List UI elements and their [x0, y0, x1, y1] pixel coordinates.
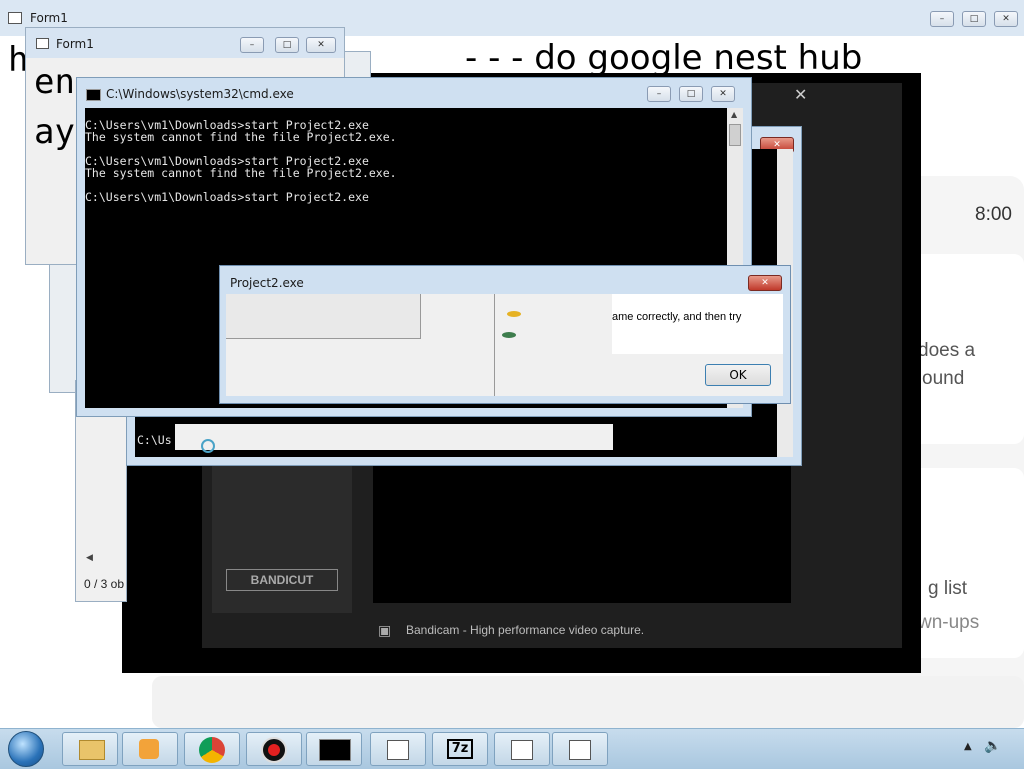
background-title: Form1	[30, 11, 68, 25]
side-text-3: g list	[928, 578, 968, 599]
ok-button[interactable]: OK	[705, 364, 771, 386]
close-button[interactable]: ✕	[711, 86, 735, 102]
cmd-title: C:\Windows\system32\cmd.exe	[106, 87, 294, 101]
maximize-button[interactable]: □	[962, 11, 986, 27]
dialog-title: Project2.exe	[230, 276, 304, 290]
cmd-back-prompt: C:\Us	[137, 433, 172, 447]
chat-icon: ▣	[378, 623, 392, 639]
dialog-body: ame correctly, and then try OK	[226, 294, 783, 396]
form1-text-line1: en	[34, 62, 75, 102]
error-dialog: Project2.exe ✕ ame correctly, and then t…	[219, 265, 791, 404]
maximize-button[interactable]: □	[275, 37, 299, 53]
form1-title: Form1	[56, 37, 94, 51]
headline-text: - - - do google nest hub	[465, 38, 863, 78]
folder-icon[interactable]	[552, 732, 608, 766]
maximize-button[interactable]: □	[679, 86, 703, 102]
start-orb-icon[interactable]	[8, 731, 44, 767]
form1-titlebar[interactable]: Form1 – □ ✕	[26, 28, 344, 58]
media-player-icon[interactable]	[122, 732, 178, 766]
cmd-icon	[86, 89, 101, 101]
message-area	[612, 294, 783, 354]
busy-cursor-icon	[201, 439, 215, 453]
dialog-divider	[494, 294, 495, 396]
close-button[interactable]: ✕	[306, 37, 336, 53]
bandicam-icon[interactable]	[246, 732, 302, 766]
bottom-panel	[152, 676, 1024, 728]
volume-icon[interactable]: 🔈	[984, 738, 1001, 754]
bandicut-label: BANDICUT	[250, 573, 314, 587]
time-label: 8:00	[975, 204, 1012, 225]
scroll-thumb[interactable]	[729, 124, 741, 146]
cmd-line: The system cannot find the file Project2…	[85, 166, 397, 180]
cmd-titlebar[interactable]: C:\Windows\system32\cmd.exe – □ ✕	[77, 78, 751, 108]
taskbar: 7z ▲ 🔈	[0, 728, 1024, 769]
scroll-left-icon[interactable]: ◀	[86, 553, 93, 563]
ok-label: OK	[729, 368, 747, 382]
cmd-back-strip	[175, 424, 613, 450]
show-hidden-icons[interactable]: ▲	[964, 741, 972, 752]
side-text-2: ound	[922, 368, 965, 389]
bandicam-status: Bandicam - High performance video captur…	[406, 623, 645, 637]
cmd-line: C:\Users\vm1\Downloads>start Project2.ex…	[85, 190, 369, 204]
cmd-line: The system cannot find the file Project2…	[85, 130, 397, 144]
preview-area	[373, 463, 791, 603]
form1-text-line2: ay	[34, 112, 75, 152]
cmd-icon[interactable]	[306, 732, 362, 766]
7zip-icon[interactable]: 7z	[432, 732, 488, 766]
chrome-icon[interactable]	[184, 732, 240, 766]
close-button[interactable]: ✕	[994, 11, 1018, 27]
form-icon	[36, 38, 49, 49]
dialog-message: ame correctly, and then try	[612, 311, 742, 323]
minimize-button[interactable]: –	[240, 37, 264, 53]
side-text-1: does a	[918, 340, 976, 361]
minimize-button[interactable]: –	[647, 86, 671, 102]
folder-icon[interactable]	[494, 732, 550, 766]
bandicut-logo[interactable]: BANDICUT	[226, 569, 338, 591]
status-dot-yellow	[507, 311, 521, 317]
dialog-left-panel	[226, 294, 421, 339]
window-icon	[8, 12, 22, 24]
minimize-button[interactable]: –	[930, 11, 954, 27]
scroll-up-icon[interactable]: ▲	[731, 110, 737, 119]
explorer-status: 0 / 3 ob	[84, 577, 125, 591]
explorer-icon[interactable]	[62, 732, 118, 766]
close-icon[interactable]: ✕	[794, 85, 807, 104]
status-dot-green	[502, 332, 516, 338]
side-text-4: wn-ups	[918, 612, 980, 633]
close-button[interactable]: ✕	[748, 275, 782, 291]
folder-icon[interactable]	[370, 732, 426, 766]
